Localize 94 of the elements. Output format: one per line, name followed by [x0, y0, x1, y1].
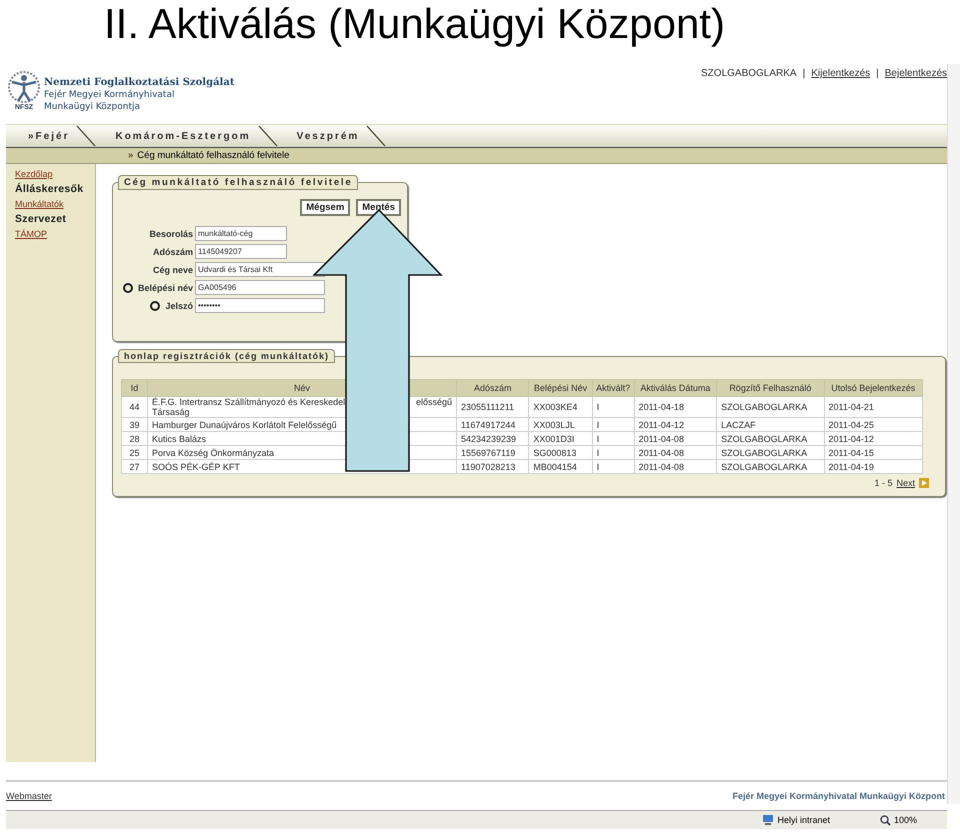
table-cell: Porva Község Önkormányzata — [152, 448, 274, 458]
sidebar-link[interactable]: Munkáltatók — [15, 198, 95, 211]
table-cell: É.F.G. Intertransz Szállítmányozó és Kereskedel — [152, 397, 346, 407]
table-cell: SG000813 — [528, 446, 592, 460]
user-name: SZOLGABOGLARKA — [701, 68, 797, 79]
input-field[interactable]: munkáltató-cég — [195, 226, 287, 241]
table-cell: 25 — [122, 446, 148, 460]
column-header[interactable]: Aktivált? — [592, 380, 634, 396]
next-link[interactable]: Next — [896, 478, 915, 488]
field-label: Jelszó — [165, 300, 193, 310]
table-cell: 11907028213 — [456, 460, 529, 474]
sidebar-heading: Szervezet — [15, 213, 68, 226]
table-cell-text: Társaság — [152, 407, 191, 417]
ring-icon — [150, 300, 160, 310]
cancel-button[interactable]: Mégsem — [300, 199, 350, 216]
table-cell: SZOLGABOGLARKA — [716, 396, 824, 418]
table-cell: 2011-04-19 — [824, 460, 922, 474]
region-tab[interactable]: Komárom-Esztergom — [97, 130, 257, 142]
table-cell: 2011-04-08 — [634, 432, 717, 446]
organization-name: Munkaügyi Központja — [44, 101, 141, 113]
table-cell: XX001D3I — [528, 432, 592, 446]
table-cell: SOÓS PÉK-GÉP KFT — [152, 462, 240, 472]
table-cell: SZOLGABOGLARKA — [716, 432, 824, 446]
column-header[interactable]: Rögzítő Felhasználó — [716, 380, 824, 396]
table-cell: Hamburger Dunaújváros Korlátolt Felelősségű — [152, 420, 337, 430]
table-cell: I — [592, 446, 634, 460]
field-label: Cég neve — [152, 264, 193, 274]
webmaster-link[interactable]: Webmaster — [6, 791, 52, 801]
table-cell: I — [592, 418, 634, 432]
breadcrumb-marker: » — [128, 150, 134, 161]
table-cell: 54234239239 — [456, 432, 529, 446]
monitor-icon — [762, 814, 774, 826]
input-field[interactable]: 1145049207 — [195, 244, 287, 259]
header-link[interactable]: Kijelentkezés — [811, 68, 870, 79]
table-cell: I — [592, 460, 634, 474]
table-cell: 2011-04-25 — [824, 418, 922, 432]
table-cell: 15569767119 — [456, 446, 529, 460]
zoom-level[interactable]: 100% — [894, 815, 918, 825]
table-cell: XX003LJL — [528, 418, 592, 432]
organization-name: Nemzeti Foglalkoztatási Szolgálat — [44, 76, 234, 89]
table-cell: SZOLGABOGLARKA — [716, 460, 824, 474]
field-label: Belépési név — [138, 282, 193, 292]
panel-title: honlap regisztrációk (cég munkáltatók) — [118, 349, 336, 363]
column-header[interactable]: Adószám — [456, 380, 529, 396]
footer-text: Fejér Megyei Kormányhivatal Munkaügyi Központ — [732, 791, 946, 801]
figure-logo-icon — [7, 70, 41, 104]
sidebar-heading: Álláskeresők — [15, 183, 84, 196]
column-header[interactable]: Id — [122, 380, 148, 396]
next-arrow-icon — [919, 478, 929, 488]
field-label: Adószám — [152, 246, 193, 256]
table-cell: 2011-04-18 — [634, 396, 717, 418]
table-cell: 23055111211 — [456, 396, 529, 418]
input-field[interactable]: GA005496 — [195, 280, 325, 295]
zone-text: Helyi intranet — [777, 815, 830, 825]
table-cell: 2011-04-15 — [824, 446, 922, 460]
magnifier-icon — [880, 814, 891, 826]
slide-title: II. Aktiválás (Munkaügyi Központ) — [103, 0, 726, 49]
column-header[interactable]: Aktiválás Dátuma — [634, 380, 717, 396]
table-cell: 28 — [122, 432, 148, 446]
table-cell: 2011-04-12 — [824, 432, 922, 446]
table-cell: 27 — [122, 460, 148, 474]
sidebar-link[interactable]: Kezdőlap — [15, 168, 95, 181]
sidebar-link[interactable]: TÁMOP — [15, 228, 95, 241]
region-tab[interactable]: »Fejér — [10, 130, 76, 142]
region-tab[interactable]: Veszprém — [278, 130, 366, 142]
table-cell: SZOLGABOGLARKA — [716, 446, 824, 460]
table-cell: LACZAF — [716, 418, 824, 432]
table-cell: 2011-04-21 — [824, 396, 922, 418]
header-link[interactable]: Bejelentkezés — [884, 68, 948, 79]
save-button[interactable]: Mentés — [356, 199, 401, 216]
panel-title: Cég munkáltató felhasználó felvitele — [118, 175, 358, 190]
input-field[interactable]: Udvardi és Társai Kft — [195, 262, 325, 277]
table-cell: I — [592, 432, 634, 446]
column-header[interactable]: Belépési Név — [528, 380, 592, 396]
ring-icon — [122, 282, 133, 292]
separator: | — [876, 68, 879, 79]
input-field[interactable]: •••••••• — [195, 298, 325, 313]
breadcrumb-text: Cég munkáltató felhasználó felvitele — [137, 150, 290, 161]
table-cell: MB004154 — [528, 460, 592, 474]
page-range: 1 - 5 — [874, 478, 892, 488]
table-cell: 2011-04-08 — [634, 460, 717, 474]
table-cell: XX003KE4 — [528, 396, 592, 418]
table-cell: elősségű — [416, 397, 452, 407]
separator: | — [802, 68, 806, 79]
table-cell: 2011-04-12 — [634, 418, 717, 432]
table-cell: I — [592, 396, 634, 418]
table-cell: 39 — [122, 418, 148, 432]
table-cell: 11674917244 — [456, 418, 529, 432]
table-cell: 44 — [122, 396, 148, 418]
organization-name: Fejér Megyei Kormányhivatal — [44, 89, 176, 101]
table-cell: Kutics Balázs — [152, 434, 206, 444]
field-label: Besorolás — [149, 228, 193, 238]
table-cell: 2011-04-08 — [634, 446, 717, 460]
column-header[interactable]: Utolsó Bejelentkezés — [824, 380, 922, 396]
